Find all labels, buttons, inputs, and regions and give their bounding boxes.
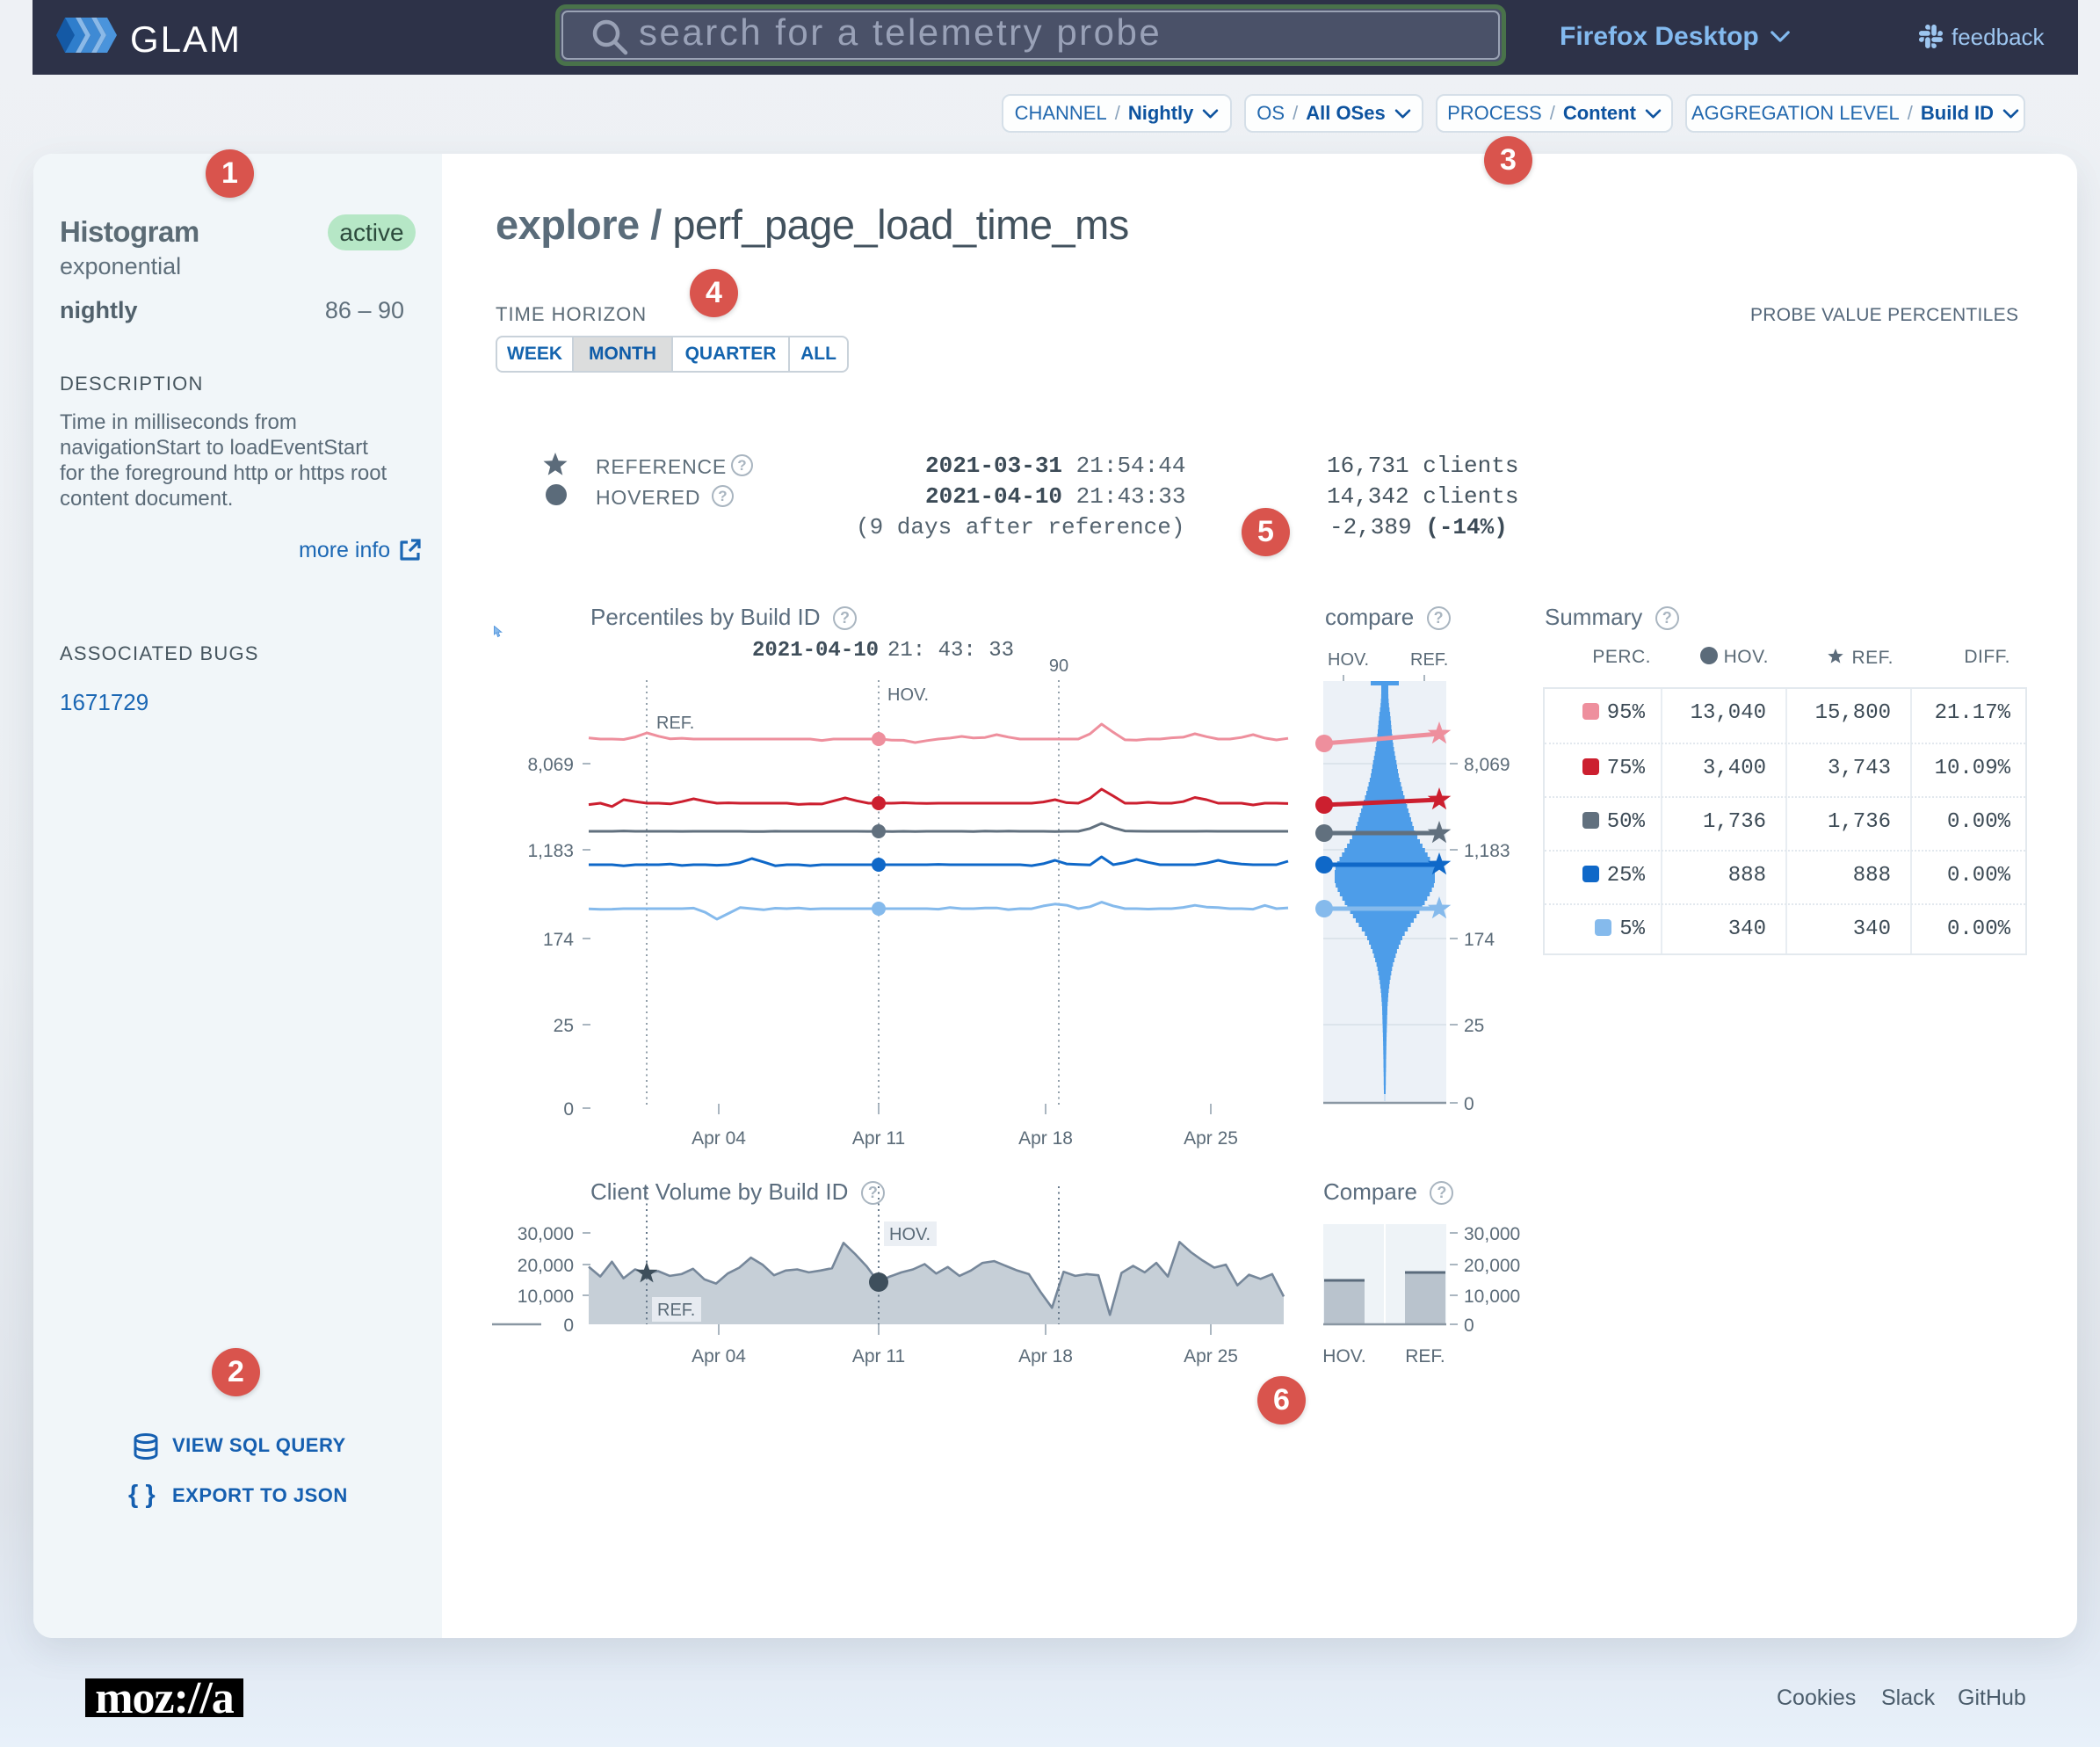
svg-text:HOV.: HOV. bbox=[889, 1225, 931, 1244]
svg-text:10,000: 10,000 bbox=[1464, 1287, 1520, 1307]
svg-text:Apr 11: Apr 11 bbox=[852, 1346, 905, 1366]
svg-text:8,069: 8,069 bbox=[527, 755, 574, 775]
svg-text:174: 174 bbox=[543, 930, 574, 950]
svg-text:10,000: 10,000 bbox=[518, 1287, 574, 1307]
svg-text:Apr 04: Apr 04 bbox=[692, 1346, 746, 1366]
svg-text:REF.: REF. bbox=[1405, 1346, 1445, 1366]
svg-text:8,069: 8,069 bbox=[1464, 755, 1510, 775]
svg-text:REF.: REF. bbox=[1410, 650, 1448, 670]
svg-text:25: 25 bbox=[554, 1016, 574, 1036]
svg-text:0: 0 bbox=[563, 1316, 574, 1336]
svg-text:0: 0 bbox=[1464, 1316, 1474, 1336]
svg-text:0: 0 bbox=[1464, 1094, 1474, 1114]
svg-text:25: 25 bbox=[1464, 1016, 1484, 1036]
svg-text:20,000: 20,000 bbox=[518, 1256, 574, 1276]
svg-text:1,183: 1,183 bbox=[527, 841, 574, 861]
svg-text:174: 174 bbox=[1464, 930, 1495, 950]
svg-text:30,000: 30,000 bbox=[1464, 1224, 1520, 1244]
svg-text:0: 0 bbox=[563, 1099, 574, 1120]
svg-text:REF.: REF. bbox=[657, 1301, 695, 1320]
svg-text:Apr 18: Apr 18 bbox=[1018, 1128, 1073, 1149]
svg-text:20,000: 20,000 bbox=[1464, 1256, 1520, 1276]
svg-text:Apr 04: Apr 04 bbox=[692, 1128, 746, 1149]
svg-text:HOV.: HOV. bbox=[1322, 1346, 1365, 1366]
svg-text:2021-04-10: 2021-04-10 bbox=[752, 639, 879, 663]
svg-text:30,000: 30,000 bbox=[518, 1224, 574, 1244]
svg-text:Apr 25: Apr 25 bbox=[1184, 1128, 1238, 1149]
svg-text:21: 43: 33: 21: 43: 33 bbox=[887, 639, 1014, 663]
svg-text:1,183: 1,183 bbox=[1464, 841, 1510, 861]
svg-text:HOV.: HOV. bbox=[887, 685, 929, 705]
svg-text:Apr 25: Apr 25 bbox=[1184, 1346, 1238, 1366]
svg-text:HOV.: HOV. bbox=[1328, 650, 1369, 670]
svg-text:Apr 18: Apr 18 bbox=[1018, 1346, 1073, 1366]
svg-text:Apr 11: Apr 11 bbox=[852, 1128, 905, 1149]
svg-text:90: 90 bbox=[1049, 656, 1068, 676]
svg-text:REF.: REF. bbox=[656, 714, 694, 733]
